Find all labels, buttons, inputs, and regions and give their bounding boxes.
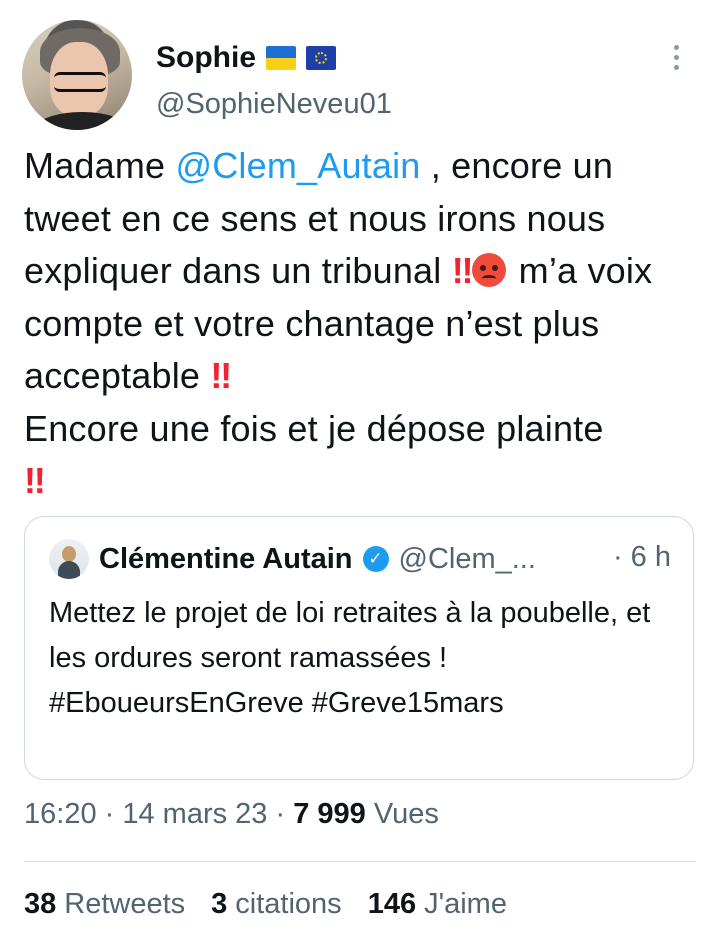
likes-label: J'aime (424, 888, 507, 920)
tweet-stats: 38 Retweets 3 citations 146 J'aime (24, 888, 507, 921)
divider (24, 861, 696, 862)
ukraine-flag-icon (266, 46, 297, 70)
likes-count: 146 (367, 888, 417, 920)
quotes-label: citations (235, 888, 342, 920)
more-options-icon[interactable] (664, 40, 688, 80)
mention-link[interactable]: @Clem_Autain (175, 145, 420, 186)
author-handle[interactable]: @SophieNeveu01 (156, 88, 392, 121)
author-name-row: Sophie (156, 38, 337, 78)
tweet-header: Sophie @SophieNeveu01 (22, 20, 698, 132)
retweets-stat[interactable]: 38 Retweets (24, 888, 185, 921)
author-name[interactable]: Sophie (156, 41, 256, 75)
double-exclamation-icon: ‼ (210, 355, 232, 396)
tweet-text-segment: Madame (24, 145, 176, 186)
quoted-tweet-header: Clémentine Autain ✓ @Clem_... (49, 539, 536, 579)
quotes-count: 3 (211, 888, 228, 920)
quoted-tweet[interactable]: Clémentine Autain ✓ @Clem_... · 6 h Mett… (24, 516, 694, 780)
quoted-tweet-text: Mettez le projet de loi retraites à la p… (49, 597, 651, 719)
author-avatar[interactable] (22, 20, 132, 130)
retweets-count: 38 (24, 888, 57, 920)
angry-face-icon (472, 253, 507, 287)
double-exclamation-icon: ‼ (451, 250, 474, 291)
meta-separator: · (96, 798, 123, 830)
quoted-author-name[interactable]: Clémentine Autain (99, 543, 353, 576)
quotes-stat[interactable]: 3 citations (211, 888, 342, 921)
tweet-text-segment: Encore une fois et je dépose plainte (24, 407, 604, 449)
meta-separator: · (267, 798, 294, 830)
likes-stat[interactable]: 146 J'aime (368, 888, 507, 921)
eu-flag-icon (306, 46, 337, 70)
verified-badge-icon: ✓ (362, 546, 389, 572)
double-exclamation-icon: ‼ (24, 460, 46, 501)
quoted-author-handle[interactable]: @Clem_... (399, 543, 536, 576)
tweet-text: Madame @Clem_Autain , encore un tweet en… (24, 140, 700, 508)
tweet-time[interactable]: 16:20 (24, 798, 97, 830)
tweet-meta: 16:20 · 14 mars 23 · 7 999 Vues (24, 798, 439, 831)
views-label: Vues (365, 798, 439, 830)
quoted-author-avatar[interactable] (49, 539, 89, 579)
quoted-tweet-time[interactable]: · 6 h (613, 541, 671, 574)
retweets-label: Retweets (64, 888, 186, 920)
views-count: 7 999 (293, 798, 366, 830)
tweet-date[interactable]: 14 mars 23 (122, 798, 267, 830)
